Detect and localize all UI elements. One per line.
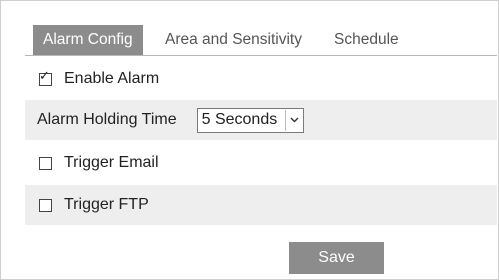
- trigger-email-row: Trigger Email: [25, 143, 497, 183]
- enable-alarm-checkbox[interactable]: ✓: [39, 68, 52, 86]
- trigger-email-checkbox[interactable]: [39, 156, 52, 170]
- trigger-ftp-label: Trigger FTP: [64, 196, 149, 213]
- alarm-holding-time-value: 5 Seconds: [201, 111, 278, 128]
- alarm-holding-time-label: Alarm Holding Time: [37, 111, 177, 128]
- tab-alarm-config[interactable]: Alarm Config: [33, 25, 143, 55]
- tab-area-and-sensitivity[interactable]: Area and Sensitivity: [155, 25, 312, 55]
- trigger-email-label: Trigger Email: [64, 154, 159, 171]
- alarm-holding-time-select[interactable]: 5 Seconds: [196, 107, 305, 133]
- tab-bar: Alarm Config Area and Sensitivity Schedu…: [25, 25, 497, 56]
- trigger-ftp-checkbox[interactable]: [39, 198, 52, 212]
- checkmark-icon: ✓: [39, 67, 50, 83]
- chevron-down-icon[interactable]: [285, 109, 302, 131]
- trigger-ftp-row: Trigger FTP: [25, 185, 497, 225]
- enable-alarm-row: ✓ Enable Alarm: [25, 59, 497, 99]
- alarm-config-panel: Alarm Config Area and Sensitivity Schedu…: [0, 0, 499, 280]
- tab-schedule[interactable]: Schedule: [324, 25, 409, 55]
- save-button[interactable]: Save: [289, 242, 384, 274]
- alarm-holding-time-row: Alarm Holding Time 5 Seconds: [25, 100, 497, 140]
- enable-alarm-label: Enable Alarm: [64, 70, 160, 87]
